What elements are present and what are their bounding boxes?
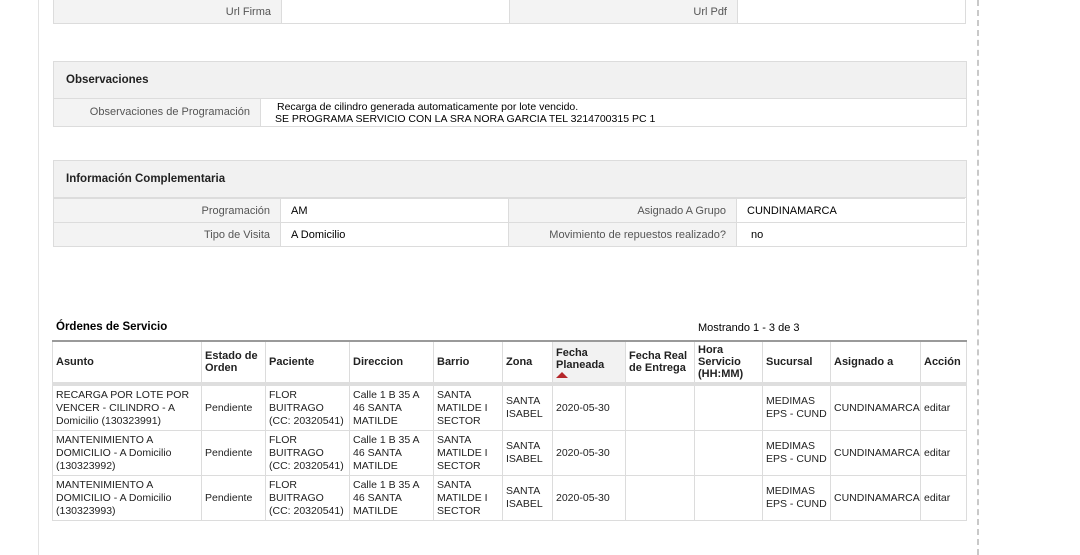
cell-zona: SANTA ISABEL xyxy=(502,383,553,431)
table-row: MANTENIMIENTO A DOMICILIO - A Domicilio … xyxy=(52,475,967,521)
cell-estado: Pendiente xyxy=(201,475,266,521)
editar-link[interactable]: editar xyxy=(924,447,950,459)
cell-sucursal: MEDIMAS EPS - CUND xyxy=(762,430,831,476)
movimiento-repuestos-value: no xyxy=(737,222,965,246)
cell-paciente: FLOR BUITRAGO (CC: 20320541) xyxy=(265,475,350,521)
sort-sucursal-link[interactable]: Sucursal xyxy=(766,356,812,368)
col-header-direccion[interactable]: Direccion xyxy=(349,340,434,386)
url-firma-value xyxy=(281,0,510,24)
table-row: MANTENIMIENTO A DOMICILIO - A Domicilio … xyxy=(52,430,967,476)
cell-asunto: MANTENIMIENTO A DOMICILIO - A Domicilio … xyxy=(52,430,202,476)
cell-direccion: Calle 1 B 35 A 46 SANTA MATILDE xyxy=(349,430,434,476)
editar-link[interactable]: editar xyxy=(924,402,950,414)
observaciones-title: Observaciones xyxy=(54,62,966,99)
info-complementaria-section: Información Complementaria Programación … xyxy=(53,160,967,247)
sort-fecha-real-link[interactable]: Fecha Real de Entrega xyxy=(629,350,687,374)
observaciones-line-1: Recarga de cilindro generada automaticam… xyxy=(277,101,579,113)
sort-direccion-link[interactable]: Direccion xyxy=(353,356,403,368)
cell-asignado: CUNDINAMARCA xyxy=(830,430,921,476)
observaciones-line-2: SE PROGRAMA SERVICIO CON LA SRA NORA GAR… xyxy=(275,113,656,125)
cell-zona: SANTA ISABEL xyxy=(502,430,553,476)
cell-fecha-real xyxy=(625,475,695,521)
cell-sucursal: MEDIMAS EPS - CUND xyxy=(762,383,831,431)
sort-fecha-planeada-link[interactable]: Fecha Planeada xyxy=(556,347,604,371)
editar-link[interactable]: editar xyxy=(924,492,950,504)
col-header-estado[interactable]: Estado de Orden xyxy=(201,340,266,386)
sort-zona-link[interactable]: Zona xyxy=(506,356,532,368)
table-row: RECARGA POR LOTE POR VENCER - CILINDRO -… xyxy=(52,383,967,431)
tipo-visita-value: A Domicilio xyxy=(281,222,509,246)
cell-accion: editar xyxy=(920,383,967,431)
cell-zona: SANTA ISABEL xyxy=(502,475,553,521)
orders-title: Órdenes de Servicio xyxy=(56,321,168,333)
cell-accion: editar xyxy=(920,475,967,521)
cell-fecha-planeada: 2020-05-30 xyxy=(552,430,626,476)
cell-asunto: RECARGA POR LOTE POR VENCER - CILINDRO -… xyxy=(52,383,202,431)
cell-hora xyxy=(694,475,763,521)
cell-paciente: FLOR BUITRAGO (CC: 20320541) xyxy=(265,383,350,431)
orders-table: Asunto Estado de Orden Paciente Direccio… xyxy=(52,340,967,521)
url-row-table: Url Firma Url Pdf xyxy=(53,0,966,24)
cell-asignado: CUNDINAMARCA xyxy=(830,383,921,431)
info-complementaria-title: Información Complementaria xyxy=(54,161,966,198)
orders-pagination-count: Mostrando 1 - 3 de 3 xyxy=(698,322,800,334)
cell-direccion: Calle 1 B 35 A 46 SANTA MATILDE xyxy=(349,383,434,431)
observaciones-value: Recarga de cilindro generada automaticam… xyxy=(261,99,966,126)
observaciones-row: Observaciones de Programación Recarga de… xyxy=(54,99,966,126)
col-header-paciente[interactable]: Paciente xyxy=(265,340,350,386)
cell-paciente: FLOR BUITRAGO (CC: 20320541) xyxy=(265,430,350,476)
content-right-dashed-border xyxy=(977,0,979,555)
programacion-value: AM xyxy=(281,198,509,222)
cell-accion: editar xyxy=(920,430,967,476)
sort-asignado-link[interactable]: Asignado a xyxy=(834,356,893,368)
cell-estado: Pendiente xyxy=(201,383,266,431)
observaciones-section: Observaciones Observaciones de Programac… xyxy=(53,61,967,127)
cell-direccion: Calle 1 B 35 A 46 SANTA MATILDE xyxy=(349,475,434,521)
col-header-asignado[interactable]: Asignado a xyxy=(830,340,921,386)
content-left-border xyxy=(38,0,39,555)
observaciones-label: Observaciones de Programación xyxy=(54,99,261,126)
cell-fecha-real xyxy=(625,430,695,476)
cell-sucursal: MEDIMAS EPS - CUND xyxy=(762,475,831,521)
cell-fecha-planeada: 2020-05-30 xyxy=(552,475,626,521)
tipo-visita-label: Tipo de Visita xyxy=(54,222,281,246)
asignado-grupo-value: CUNDINAMARCA xyxy=(737,198,965,222)
info-complementaria-grid: Programación AM Asignado A Grupo CUNDINA… xyxy=(54,198,966,246)
programacion-label: Programación xyxy=(54,198,281,222)
url-firma-label: Url Firma xyxy=(53,0,282,24)
cell-fecha-planeada: 2020-05-30 xyxy=(552,383,626,431)
cell-hora xyxy=(694,383,763,431)
col-header-barrio[interactable]: Barrio xyxy=(433,340,503,386)
sort-asunto-link[interactable]: Asunto xyxy=(56,356,94,368)
url-pdf-label: Url Pdf xyxy=(509,0,738,24)
sort-barrio-link[interactable]: Barrio xyxy=(437,356,469,368)
cell-estado: Pendiente xyxy=(201,430,266,476)
cell-hora xyxy=(694,430,763,476)
col-header-sucursal[interactable]: Sucursal xyxy=(762,340,831,386)
col-header-hora[interactable]: Hora Servicio (HH:MM) xyxy=(694,340,763,386)
cell-asignado: CUNDINAMARCA xyxy=(830,475,921,521)
col-header-accion: Acción xyxy=(920,340,967,386)
sort-hora-link[interactable]: Hora Servicio (HH:MM) xyxy=(698,344,743,380)
cell-asunto: MANTENIMIENTO A DOMICILIO - A Domicilio … xyxy=(52,475,202,521)
col-header-asunto[interactable]: Asunto xyxy=(52,340,202,386)
cell-barrio: SANTA MATILDE I SECTOR xyxy=(433,430,503,476)
sort-paciente-link[interactable]: Paciente xyxy=(269,356,314,368)
url-pdf-value xyxy=(737,0,966,24)
col-header-fecha-real[interactable]: Fecha Real de Entrega xyxy=(625,340,695,386)
movimiento-repuestos-label: Movimiento de repuestos realizado? xyxy=(509,222,737,246)
cell-barrio: SANTA MATILDE I SECTOR xyxy=(433,383,503,431)
sort-ascending-icon xyxy=(556,371,568,378)
col-header-zona[interactable]: Zona xyxy=(502,340,553,386)
orders-header-row: Asunto Estado de Orden Paciente Direccio… xyxy=(52,340,967,386)
col-header-fecha-planeada[interactable]: Fecha Planeada xyxy=(552,340,626,386)
cell-fecha-real xyxy=(625,383,695,431)
asignado-grupo-label: Asignado A Grupo xyxy=(509,198,737,222)
cell-barrio: SANTA MATILDE I SECTOR xyxy=(433,475,503,521)
sort-estado-link[interactable]: Estado de Orden xyxy=(205,350,258,374)
